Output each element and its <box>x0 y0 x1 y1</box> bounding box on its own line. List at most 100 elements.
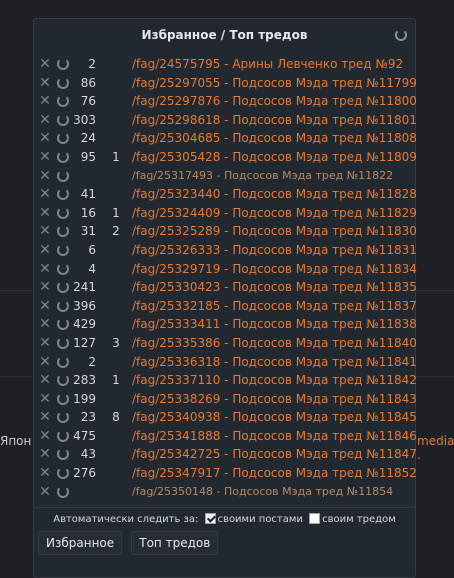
post-count: 6 <box>88 242 96 257</box>
refresh-icon[interactable] <box>57 374 69 387</box>
close-icon[interactable]: ✕ <box>39 167 51 186</box>
thread-row: ✕ 43/fag/25342725 - Подсосов Мэда тред №1… <box>34 445 417 464</box>
thread-row: ✕ 41/fag/25323440 - Подсосов Мэда тред №1… <box>34 185 417 204</box>
post-count: 475 <box>73 428 96 443</box>
close-icon[interactable]: ✕ <box>39 111 51 130</box>
close-icon[interactable]: ✕ <box>39 148 51 167</box>
thread-link[interactable]: /fag/25341888 - Подсосов Мэда тред №1184… <box>132 427 417 446</box>
refresh-icon[interactable] <box>57 299 69 312</box>
refresh-icon[interactable] <box>57 169 69 182</box>
refresh-icon[interactable] <box>57 448 69 461</box>
thread-link[interactable]: /fag/25325289 - Подсосов Мэда тред №1183… <box>132 222 417 241</box>
close-icon[interactable]: ✕ <box>39 278 51 297</box>
thread-link[interactable]: /fag/25298618 - Подсосов Мэда тред №1180… <box>132 111 417 130</box>
close-icon[interactable]: ✕ <box>39 371 51 390</box>
refresh-icon[interactable] <box>57 206 69 219</box>
refresh-icon[interactable] <box>57 355 69 368</box>
thread-link[interactable]: /fag/24575795 - Арины Левченко тред №92 <box>132 55 403 74</box>
refresh-icon[interactable] <box>57 188 69 201</box>
close-icon[interactable]: ✕ <box>39 241 51 260</box>
own-thread-checkbox[interactable] <box>309 513 321 524</box>
close-icon[interactable]: ✕ <box>39 204 51 223</box>
thread-link[interactable]: /fag/25335386 - Подсосов Мэда тред №1184… <box>132 334 417 353</box>
refresh-icon[interactable] <box>57 132 69 145</box>
thread-row: ✕ 95 1/fag/25305428 - Подсосов Мэда тред №… <box>34 148 417 167</box>
refresh-icon[interactable] <box>57 485 69 498</box>
close-icon[interactable]: ✕ <box>39 483 51 502</box>
thread-link[interactable]: /fag/25350148 - Подсосов Мэда тред №1185… <box>132 483 393 502</box>
close-icon[interactable]: ✕ <box>39 464 51 483</box>
close-icon[interactable]: ✕ <box>39 334 51 353</box>
refresh-icon[interactable] <box>57 318 69 331</box>
thread-link[interactable]: /fag/25330423 - Подсосов Мэда тред №1183… <box>132 278 417 297</box>
thread-link[interactable]: /fag/25342725 - Подсосов Мэда тред №1184… <box>132 445 417 464</box>
close-icon[interactable]: ✕ <box>39 315 51 334</box>
thread-row: ✕ 31 2/fag/25325289 - Подсосов Мэда тред №… <box>34 222 417 241</box>
refresh-icon[interactable] <box>57 392 69 405</box>
thread-link[interactable]: /fag/25317493 - Подсосов Мэда тред №1182… <box>132 167 393 186</box>
thread-link[interactable]: /fag/25336318 - Подсосов Мэда тред №1184… <box>132 353 417 372</box>
post-count: 127 <box>73 335 96 350</box>
thread-link[interactable]: /fag/25304685 - Подсосов Мэда тред №1180… <box>132 129 417 148</box>
thread-row: ✕ 24/fag/25304685 - Подсосов Мэда тред №1… <box>34 129 417 148</box>
refresh-icon[interactable] <box>57 58 69 70</box>
refresh-icon[interactable] <box>57 95 69 108</box>
thread-link[interactable]: /fag/25323440 - Подсосов Мэда тред №1182… <box>132 185 417 204</box>
auto-watch-row: Автоматически следить за: своими постами… <box>34 513 415 525</box>
post-count: 2 <box>88 57 96 71</box>
thread-row: ✕ 76/fag/25297876 - Подсосов Мэда тред №1… <box>34 92 417 111</box>
tab-top-threads[interactable]: Топ тредов <box>131 531 219 555</box>
thread-link[interactable]: /fag/25329719 - Подсосов Мэда тред №1183… <box>132 260 417 279</box>
close-icon[interactable]: ✕ <box>39 408 51 427</box>
close-icon[interactable]: ✕ <box>39 185 51 204</box>
close-icon[interactable]: ✕ <box>39 92 51 111</box>
thread-link[interactable]: /fag/25340938 - Подсосов Мэда тред №1184… <box>132 408 417 427</box>
refresh-icon[interactable] <box>57 262 69 275</box>
refresh-icon[interactable] <box>57 243 69 256</box>
thread-link[interactable]: /fag/25297876 - Подсосов Мэда тред №1180… <box>132 92 417 111</box>
close-icon[interactable]: ✕ <box>39 55 51 74</box>
thread-link[interactable]: /fag/25338269 - Подсосов Мэда тред №1184… <box>132 390 417 409</box>
close-icon[interactable]: ✕ <box>39 427 51 446</box>
new-post-count: 8 <box>112 410 120 425</box>
close-icon[interactable]: ✕ <box>39 222 51 241</box>
thread-row: ✕ 2/fag/25336318 - Подсосов Мэда тред №11… <box>34 353 417 372</box>
post-count: 31 <box>80 224 96 239</box>
refresh-icon[interactable] <box>57 281 69 294</box>
refresh-icon[interactable] <box>57 411 69 424</box>
refresh-icon[interactable] <box>57 336 69 349</box>
post-count: 24 <box>80 131 96 146</box>
refresh-icon[interactable] <box>57 113 69 126</box>
close-icon[interactable]: ✕ <box>39 74 51 93</box>
own-posts-label: своими постами <box>217 514 303 525</box>
refresh-icon[interactable] <box>57 76 69 89</box>
refresh-icon[interactable] <box>57 429 69 442</box>
close-icon[interactable]: ✕ <box>39 297 51 316</box>
thread-link[interactable]: /fag/25333411 - Подсосов Мэда тред №1183… <box>132 315 417 334</box>
close-icon[interactable]: ✕ <box>39 129 51 148</box>
refresh-all-icon[interactable] <box>395 29 407 41</box>
refresh-icon[interactable] <box>57 225 69 238</box>
thread-link[interactable]: /fag/25324409 - Подсосов Мэда тред №1182… <box>132 204 417 223</box>
new-post-count: 3 <box>112 335 120 350</box>
thread-row: ✕ 23 8/fag/25340938 - Подсосов Мэда тред №… <box>34 408 417 427</box>
auto-watch-label: Автоматически следить за: <box>53 514 199 525</box>
close-icon[interactable]: ✕ <box>39 390 51 409</box>
thread-link[interactable]: /fag/25326333 - Подсосов Мэда тред №1183… <box>132 241 417 260</box>
thread-row: ✕ 283 1/fag/25337110 - Подсосов Мэда тред … <box>34 371 417 390</box>
background-right-text[interactable]: media . <box>417 434 454 462</box>
close-icon[interactable]: ✕ <box>39 260 51 279</box>
thread-link[interactable]: /fag/25332185 - Подсосов Мэда тред №1183… <box>132 297 417 316</box>
thread-link[interactable]: /fag/25347917 - Подсосов Мэда тред №1185… <box>132 464 417 483</box>
thread-link[interactable]: /fag/25297055 - Подсосов Мэда тред №1179… <box>132 74 417 93</box>
close-icon[interactable]: ✕ <box>39 353 51 372</box>
refresh-icon[interactable] <box>57 150 69 163</box>
own-posts-checkbox[interactable] <box>204 513 216 524</box>
new-post-count: 1 <box>112 149 120 164</box>
refresh-icon[interactable] <box>57 467 69 480</box>
thread-link[interactable]: /fag/25337110 - Подсосов Мэда тред №1184… <box>132 371 417 390</box>
thread-row: ✕ 6/fag/25326333 - Подсосов Мэда тред №11… <box>34 241 417 260</box>
tab-favorites[interactable]: Избранное <box>38 531 123 555</box>
close-icon[interactable]: ✕ <box>39 445 51 464</box>
thread-link[interactable]: /fag/25305428 - Подсосов Мэда тред №1180… <box>132 148 417 167</box>
